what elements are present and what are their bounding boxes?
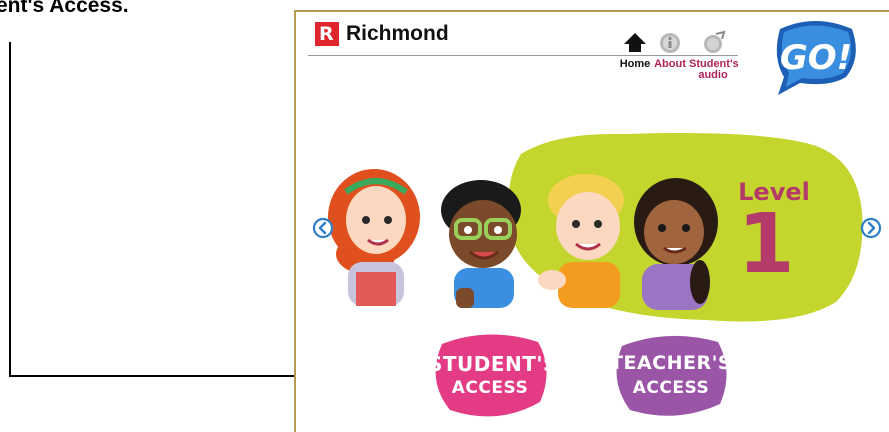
student-access-line1: STUDENT'S <box>428 352 558 376</box>
richmond-mark-icon: R <box>315 22 339 46</box>
student-access-button[interactable]: STUDENT'S ACCESS <box>428 330 558 422</box>
nav-about[interactable]: About <box>653 30 687 70</box>
go-logo-text: GO! <box>780 38 852 78</box>
character-redhead-girl <box>328 169 420 306</box>
nav-about-label: About <box>654 58 686 70</box>
teacher-access-line1: TEACHER'S <box>610 352 733 374</box>
brand-name: Richmond <box>346 22 449 45</box>
website-frame: R Richmond Home About Student's audio GO… <box>294 10 889 432</box>
teacher-access-button[interactable]: TEACHER'S ACCESS <box>610 330 732 422</box>
next-level-button[interactable] <box>860 217 882 239</box>
teacher-access-shape <box>616 335 727 416</box>
nav-home[interactable]: Home <box>617 30 653 70</box>
student-access-shape <box>435 334 547 417</box>
prev-level-button[interactable] <box>312 217 334 239</box>
student-access-line2: ACCESS <box>451 378 529 398</box>
annotation-arrow-line-vertical <box>9 42 11 377</box>
nav-home-label: Home <box>619 58 651 70</box>
teacher-access-line2: ACCESS <box>632 378 710 398</box>
richmond-logo[interactable]: R Richmond <box>315 22 449 46</box>
go-logo[interactable]: GO! <box>770 17 860 97</box>
audio-icon <box>704 30 726 53</box>
character-boy-glasses <box>441 180 521 308</box>
nav-student-audio[interactable]: Student's audio <box>689 30 739 81</box>
nav-student-audio-label: Student's audio <box>689 58 739 81</box>
level-banner: Level 1 <box>312 133 882 322</box>
annotation-caption: ent's Access. <box>0 0 129 17</box>
level-number: 1 <box>737 197 794 292</box>
home-icon <box>624 33 646 52</box>
character-girl-braid <box>634 178 718 310</box>
info-icon <box>660 33 680 53</box>
